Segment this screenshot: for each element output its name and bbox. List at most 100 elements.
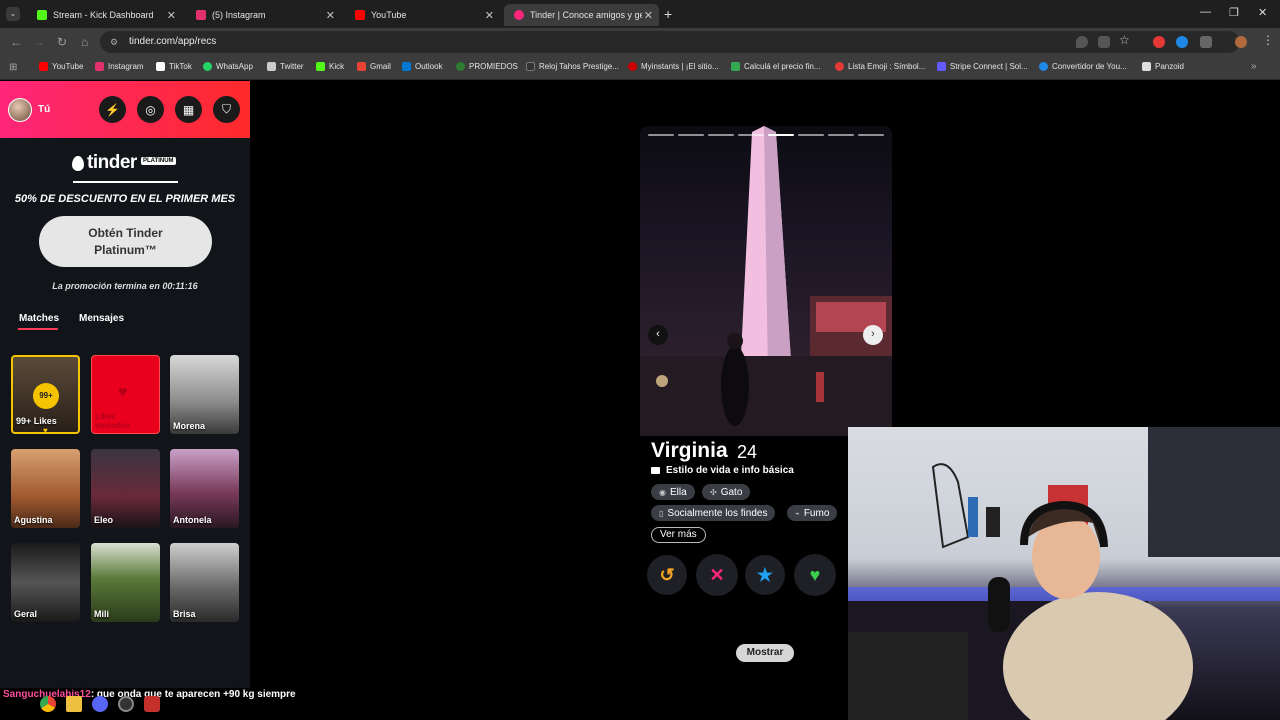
match-card[interactable]: Geral xyxy=(11,543,80,622)
mail-icon xyxy=(526,62,535,71)
photo-progress-segment[interactable] xyxy=(768,134,794,136)
super-like-button[interactable]: ★ xyxy=(745,555,785,595)
obs-icon[interactable] xyxy=(118,696,134,712)
likes-card[interactable]: 99+ 99+ Likes ♥ xyxy=(11,355,80,434)
bookmark-stripe[interactable]: Stripe Connect | Sol... xyxy=(937,62,1028,71)
bookmark-instagram[interactable]: Instagram xyxy=(95,62,144,71)
tab-title: Stream - Kick Dashboard xyxy=(53,10,154,20)
menu-icon[interactable]: ⋮ xyxy=(1262,33,1274,47)
bookmark-emoji[interactable]: Lista Emoji : Símbol... xyxy=(835,62,925,71)
active-tab-indicator xyxy=(18,328,58,330)
next-photo-button[interactable]: › xyxy=(863,325,883,345)
explore-icon[interactable]: ◎ xyxy=(137,96,164,123)
close-icon[interactable]: ✕ xyxy=(326,9,335,22)
puzzle-icon[interactable] xyxy=(1200,36,1212,48)
outlook-icon xyxy=(402,62,411,71)
sidebar-header: Tú ⚡ ◎ ▦ ⛉ xyxy=(0,81,250,138)
bookmark-twitter[interactable]: Twitter xyxy=(267,62,304,71)
bookmark-promiedos[interactable]: PROMIEDOS xyxy=(456,62,518,71)
bookmark-kick[interactable]: Kick xyxy=(316,62,344,71)
extension-icon[interactable] xyxy=(1153,36,1165,48)
photo-progress-segment[interactable] xyxy=(678,134,704,136)
tab-instagram[interactable]: (5) Instagram ✕ xyxy=(186,4,341,26)
tab-mensajes[interactable]: Mensajes xyxy=(79,313,124,324)
bookmark-tiktok[interactable]: TikTok xyxy=(156,62,192,71)
tab-tinder[interactable]: Tinder | Conoce amigos y gente ✕ xyxy=(504,4,659,26)
briefcase-icon[interactable]: ▦ xyxy=(175,96,202,123)
nope-button[interactable]: ✕ xyxy=(696,554,738,596)
match-card[interactable]: Brisa xyxy=(170,543,239,622)
bookmark-label: Myinstants | ¡El sitio... xyxy=(641,62,719,71)
chrome-icon[interactable] xyxy=(40,696,56,712)
site-info-icon[interactable]: ⚙ xyxy=(110,31,118,53)
likes-count-badge: 99+ xyxy=(33,383,59,409)
folder-icon[interactable] xyxy=(66,696,82,712)
bookmark-reloj[interactable]: Reloj Tahos Prestige... xyxy=(526,62,619,71)
reload-icon[interactable]: ↻ xyxy=(57,35,67,49)
tab-search-button[interactable]: ⌄ xyxy=(6,7,20,21)
avatar[interactable] xyxy=(8,98,32,122)
tab-matches[interactable]: Matches xyxy=(19,313,59,324)
bookmark-calcula[interactable]: Calculá el precio fin... xyxy=(731,62,820,71)
bookmark-gmail[interactable]: Gmail xyxy=(357,62,391,71)
show-button[interactable]: Mostrar xyxy=(736,644,794,662)
bookmark-convertidor[interactable]: Convertidor de You... xyxy=(1039,62,1127,71)
photo-progress-segment[interactable] xyxy=(648,134,674,136)
match-card[interactable]: Agustina xyxy=(11,449,80,528)
bookmark-youtube[interactable]: YouTube xyxy=(39,62,83,71)
get-platinum-button[interactable]: Obtén Tinder Platinum™ xyxy=(39,216,212,267)
promiedos-icon xyxy=(456,62,465,71)
close-icon[interactable]: ✕ xyxy=(167,9,176,22)
bookmark-outlook[interactable]: Outlook xyxy=(402,62,443,71)
new-tab-button[interactable]: + xyxy=(664,6,672,22)
forward-icon[interactable]: → xyxy=(33,35,45,49)
home-icon[interactable]: ⌂ xyxy=(81,35,88,49)
profile-photo[interactable]: ‹ › xyxy=(640,126,892,436)
photo-progress-segment[interactable] xyxy=(858,134,884,136)
star-icon[interactable]: ☆ xyxy=(1119,33,1130,47)
chip-smoking: ⌁ Fumo xyxy=(787,505,838,521)
photo-progress-segment[interactable] xyxy=(828,134,854,136)
match-card[interactable]: Eleo xyxy=(91,449,160,528)
tag-icon xyxy=(651,467,660,474)
close-icon[interactable]: ✕ xyxy=(485,9,494,22)
tinder-flame-icon xyxy=(514,10,524,20)
location-icon[interactable] xyxy=(1076,36,1088,48)
profile-name: Virginia xyxy=(651,439,728,462)
previous-photo-button[interactable]: ‹ xyxy=(648,325,668,345)
bookmark-myinstants[interactable]: Myinstants | ¡El sitio... xyxy=(628,62,719,71)
match-card[interactable]: Antonela xyxy=(170,449,239,528)
twitter-icon xyxy=(267,62,276,71)
minimize-icon[interactable]: — xyxy=(1200,6,1211,18)
restore-icon[interactable]: ❐ xyxy=(1229,6,1239,19)
sent-likes-card[interactable]: ♥ Likes enviados xyxy=(91,355,160,434)
discord-icon[interactable] xyxy=(92,696,108,712)
like-button[interactable]: ♥ xyxy=(794,554,836,596)
see-more-button[interactable]: Ver más xyxy=(651,527,706,543)
extension-icon[interactable] xyxy=(1176,36,1188,48)
tab-kick-dashboard[interactable]: Stream - Kick Dashboard ✕ xyxy=(27,4,182,26)
user-label[interactable]: Tú xyxy=(38,104,50,115)
close-icon[interactable]: ✕ xyxy=(644,9,653,22)
apps-icon[interactable]: ⊞ xyxy=(9,62,17,73)
match-card[interactable]: Morena xyxy=(170,355,239,434)
shield-icon[interactable]: ⛉ xyxy=(213,96,240,123)
rewind-button[interactable]: ↺ xyxy=(647,555,687,595)
match-card[interactable]: Mili xyxy=(91,543,160,622)
match-name: Antonela xyxy=(173,515,212,525)
boost-icon[interactable]: ⚡ xyxy=(99,96,126,123)
bookmark-whatsapp[interactable]: WhatsApp xyxy=(203,62,253,71)
photo-progress-segment[interactable] xyxy=(738,134,764,136)
address-bar[interactable]: ⚙ tinder.com/app/recs xyxy=(100,31,1240,53)
back-icon[interactable]: ← xyxy=(10,35,22,49)
calculator-icon xyxy=(731,62,740,71)
profile-icon[interactable] xyxy=(1235,36,1247,48)
more-bookmarks-icon[interactable]: » xyxy=(1251,61,1257,72)
install-icon[interactable] xyxy=(1098,36,1110,48)
tab-youtube[interactable]: YouTube ✕ xyxy=(345,4,500,26)
photo-progress-segment[interactable] xyxy=(708,134,734,136)
close-window-icon[interactable]: ✕ xyxy=(1258,6,1267,19)
photo-progress-segment[interactable] xyxy=(798,134,824,136)
youtube-icon[interactable] xyxy=(144,696,160,712)
bookmark-panzoid[interactable]: Panzoid xyxy=(1142,62,1184,71)
